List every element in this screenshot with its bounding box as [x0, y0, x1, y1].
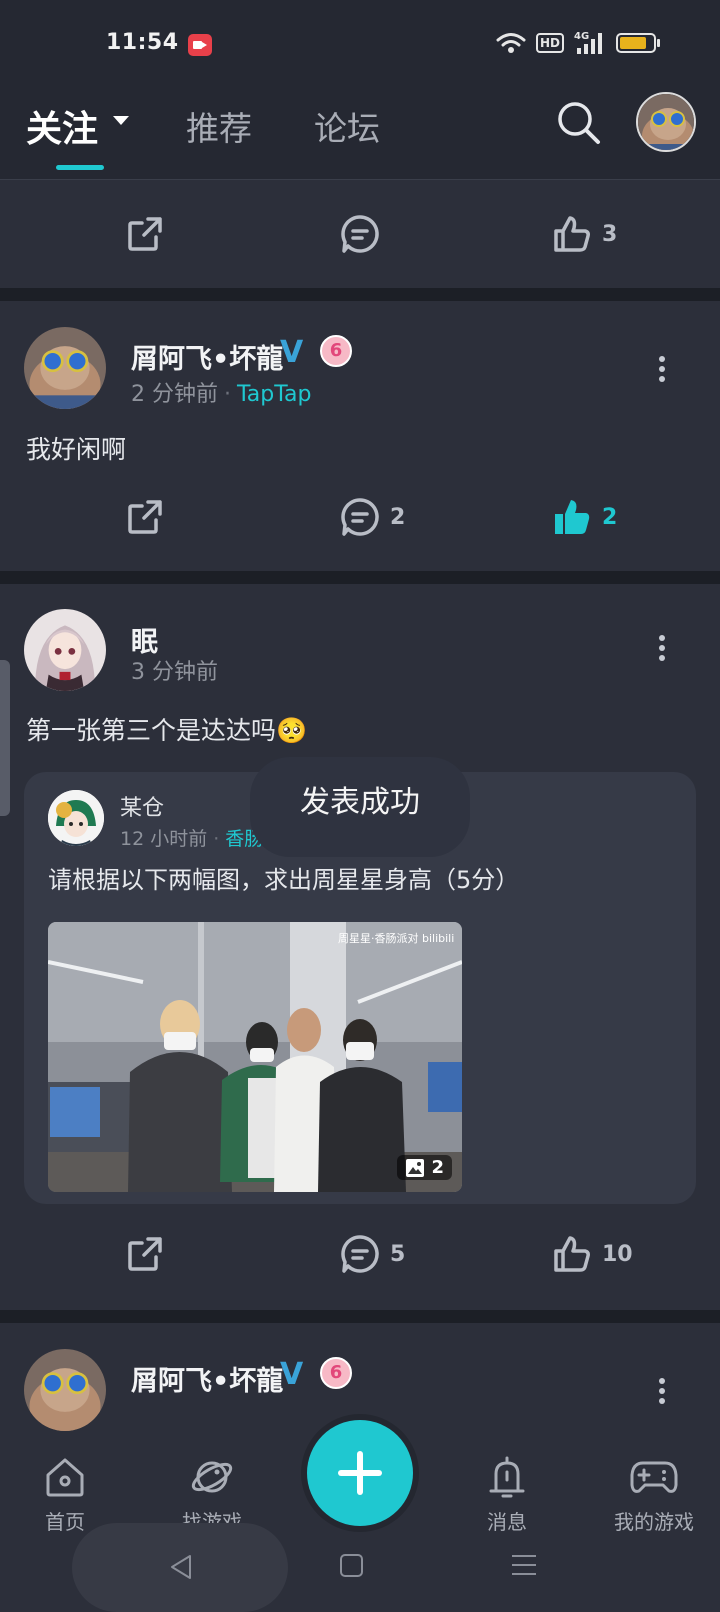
post-time: 3 分钟前 — [131, 660, 218, 685]
author-name[interactable]: 屑阿飞•坏龍 — [131, 1359, 283, 1398]
thumbs-up-icon — [554, 1236, 590, 1272]
wifi-icon — [496, 32, 526, 54]
more-options-icon[interactable] — [658, 632, 666, 664]
comment-icon — [341, 498, 379, 536]
share-button[interactable] — [126, 180, 164, 288]
level-badge-icon: 6 — [320, 335, 352, 367]
thumbs-up-icon — [554, 216, 590, 252]
comment-button[interactable]: 2 — [340, 463, 405, 571]
more-options-icon[interactable] — [658, 1375, 666, 1407]
network-type-label: 4G — [574, 31, 589, 42]
thumbs-up-filled-icon — [555, 500, 590, 534]
image-count-badge: 2 — [397, 1155, 452, 1180]
like-button[interactable]: 2 — [552, 463, 617, 571]
screen-record-icon — [188, 34, 212, 56]
tab-recommend[interactable]: 推荐 — [186, 102, 252, 150]
comment-icon — [341, 215, 379, 253]
post-meta: 3 分钟前 — [131, 654, 218, 686]
more-options-icon[interactable] — [658, 353, 666, 385]
share-button[interactable] — [126, 1200, 164, 1308]
gamepad-icon — [630, 1461, 678, 1493]
post-card: 屑阿飞•坏龍 V 6 2 分钟前 · TapTap 我好闲啊 2 2 — [0, 301, 720, 571]
like-count: 2 — [602, 504, 618, 530]
tab-forum[interactable]: 论坛 — [314, 102, 380, 150]
scrollbar-thumb[interactable] — [0, 660, 10, 816]
top-bar: 11:54 HD 4G 关注 推荐 论坛 — [0, 0, 720, 180]
share-icon — [128, 217, 162, 251]
home-icon — [46, 1458, 84, 1497]
status-bar: 11:54 HD 4G — [0, 0, 720, 90]
comment-count: 5 — [390, 1241, 406, 1267]
search-icon[interactable] — [556, 100, 602, 150]
like-button[interactable]: 10 — [552, 1200, 633, 1308]
planet-icon — [191, 1461, 233, 1493]
like-count: 10 — [602, 1241, 633, 1267]
create-post-button[interactable] — [307, 1420, 413, 1526]
comment-button[interactable]: 5 — [340, 1200, 405, 1308]
post-header: 屑阿飞•坏龍 V 6 2 分钟前 · TapTap — [0, 301, 720, 411]
post-source[interactable]: TapTap — [237, 382, 312, 407]
toast-message: 发表成功 — [250, 757, 470, 857]
hd-badge: HD — [535, 33, 564, 53]
quoted-post-time: 12 小时前 — [120, 828, 208, 850]
comment-button[interactable] — [340, 180, 390, 288]
post-card: 3 — [0, 180, 720, 288]
quoted-post-text: 请根据以下两幅图，求出周星星身高（5分） — [48, 866, 520, 894]
quoted-post-image[interactable]: 周星星·香肠派对 bilibili 2 — [48, 922, 462, 1192]
back-icon[interactable] — [168, 1553, 194, 1585]
share-button[interactable] — [126, 463, 164, 571]
status-time: 11:54 — [106, 30, 179, 55]
post-actions: 3 — [0, 180, 720, 288]
author-name[interactable]: 屑阿飞•坏龍 — [131, 337, 283, 376]
tab-follow[interactable]: 关注 — [26, 100, 98, 152]
post-actions: 2 2 — [0, 463, 720, 571]
comment-count: 2 — [390, 504, 406, 530]
share-icon — [128, 500, 162, 534]
image-watermark: 周星星·香肠派对 bilibili — [338, 931, 454, 945]
comment-icon — [341, 1235, 379, 1273]
verified-icon: V — [280, 1357, 304, 1392]
recent-apps-icon[interactable] — [512, 1555, 536, 1582]
post-card: 眠 3 分钟前 第一张第三个是达达吗🥺 某仓 12 小时前 · 请根据以下两幅图… — [0, 584, 720, 1310]
post-time: 2 分钟前 — [131, 382, 218, 407]
post-actions: 5 10 — [0, 1200, 720, 1308]
quoted-author-name[interactable]: 某仓 — [120, 790, 164, 822]
post-meta: 2 分钟前 · TapTap — [131, 382, 312, 407]
home-square-icon[interactable] — [340, 1554, 363, 1577]
active-tab-indicator — [56, 165, 104, 170]
author-avatar[interactable] — [24, 1349, 106, 1431]
post-header: 屑阿飞•坏龍 V 6 — [0, 1323, 720, 1433]
battery-icon — [616, 32, 662, 54]
tab-dropdown-caret-icon[interactable] — [113, 116, 129, 125]
share-icon — [128, 1237, 162, 1271]
post-header: 眠 3 分钟前 — [0, 584, 720, 694]
verified-icon: V — [280, 335, 304, 370]
system-nav-bar — [0, 1523, 720, 1612]
level-badge-icon: 6 — [320, 1357, 352, 1389]
header: 关注 推荐 论坛 — [0, 90, 720, 180]
post-text[interactable]: 我好闲啊 — [0, 411, 720, 469]
status-indicators: HD 4G — [496, 30, 662, 56]
post-text[interactable]: 第一张第三个是达达吗🥺 — [0, 694, 720, 750]
bell-icon — [489, 1456, 525, 1498]
author-avatar[interactable] — [24, 609, 106, 691]
user-avatar[interactable] — [636, 92, 696, 152]
like-count: 3 — [602, 221, 618, 247]
author-avatar[interactable] — [24, 327, 106, 409]
signal-icon: 4G — [574, 30, 606, 56]
image-count: 2 — [431, 1157, 444, 1178]
quoted-author-avatar[interactable] — [48, 790, 104, 846]
image-icon — [406, 1158, 425, 1177]
like-button[interactable]: 3 — [552, 180, 617, 288]
